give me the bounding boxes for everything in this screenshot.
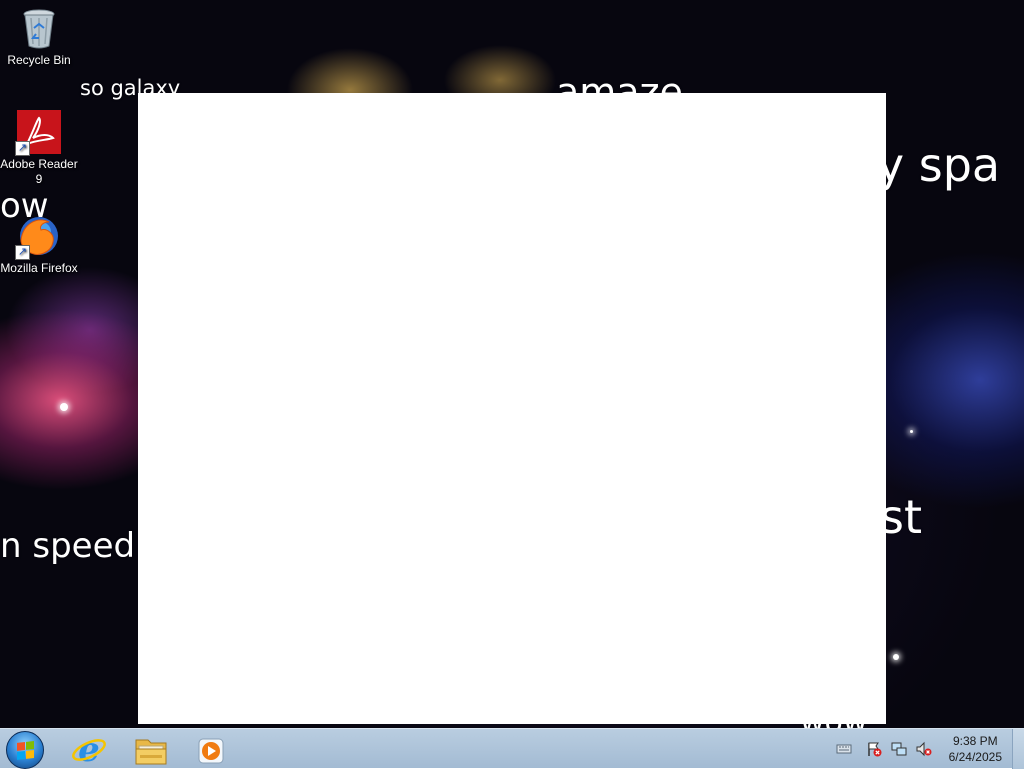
tray-network[interactable] [891,741,907,757]
recycle-bin-icon [17,6,61,50]
clock-date: 6/24/2025 [948,750,1002,764]
desktop-icon-label: Mozilla Firefox [0,261,78,275]
desktop-icon-recycle-bin[interactable]: Recycle Bin [0,6,78,68]
internet-explorer-icon: e [72,730,106,770]
tray-action-center[interactable] [866,741,882,757]
show-desktop-button[interactable] [1012,729,1024,769]
tray-volume[interactable] [916,741,932,757]
volume-muted-icon [916,741,932,757]
shortcut-arrow-icon: ↗ [15,245,30,260]
wallpaper-text: n speed [0,526,136,566]
blank-window[interactable] [138,93,886,724]
shortcut-arrow-icon: ↗ [15,141,30,156]
desktop-icon-adobe-reader[interactable]: ↗ Adobe Reader 9 [0,110,78,187]
windows-logo-icon [17,741,34,760]
taskbar-clock[interactable]: 9:38 PM 6/24/2025 [949,733,1002,765]
wallpaper-star [60,403,68,411]
network-icon [891,742,907,756]
clock-time: 9:38 PM [952,734,998,748]
taskbar-media-player[interactable] [186,731,236,769]
start-button[interactable] [6,731,44,769]
wallpaper-text: st [880,490,923,544]
desktop-icon-label: Adobe Reader 9 [0,157,78,186]
file-explorer-icon [135,739,167,765]
adobe-reader-icon: ↗ [15,110,61,156]
wallpaper-star [893,654,899,660]
wallpaper-star [910,430,913,433]
taskbar: e 9:38 PM 6/24/2025 [0,728,1024,770]
desktop-icon-label: Recycle Bin [7,53,71,67]
desktop-icon-firefox[interactable]: ↗ Mozilla Firefox [0,214,78,276]
action-center-flag-icon [868,742,882,757]
keyboard-icon [836,744,852,754]
taskbar-internet-explorer[interactable]: e [64,730,114,770]
media-player-icon [198,738,224,764]
tray-keyboard[interactable] [836,741,852,757]
svg-text:e: e [78,731,100,769]
firefox-icon: ↗ [15,214,61,260]
taskbar-file-explorer[interactable] [126,731,176,769]
